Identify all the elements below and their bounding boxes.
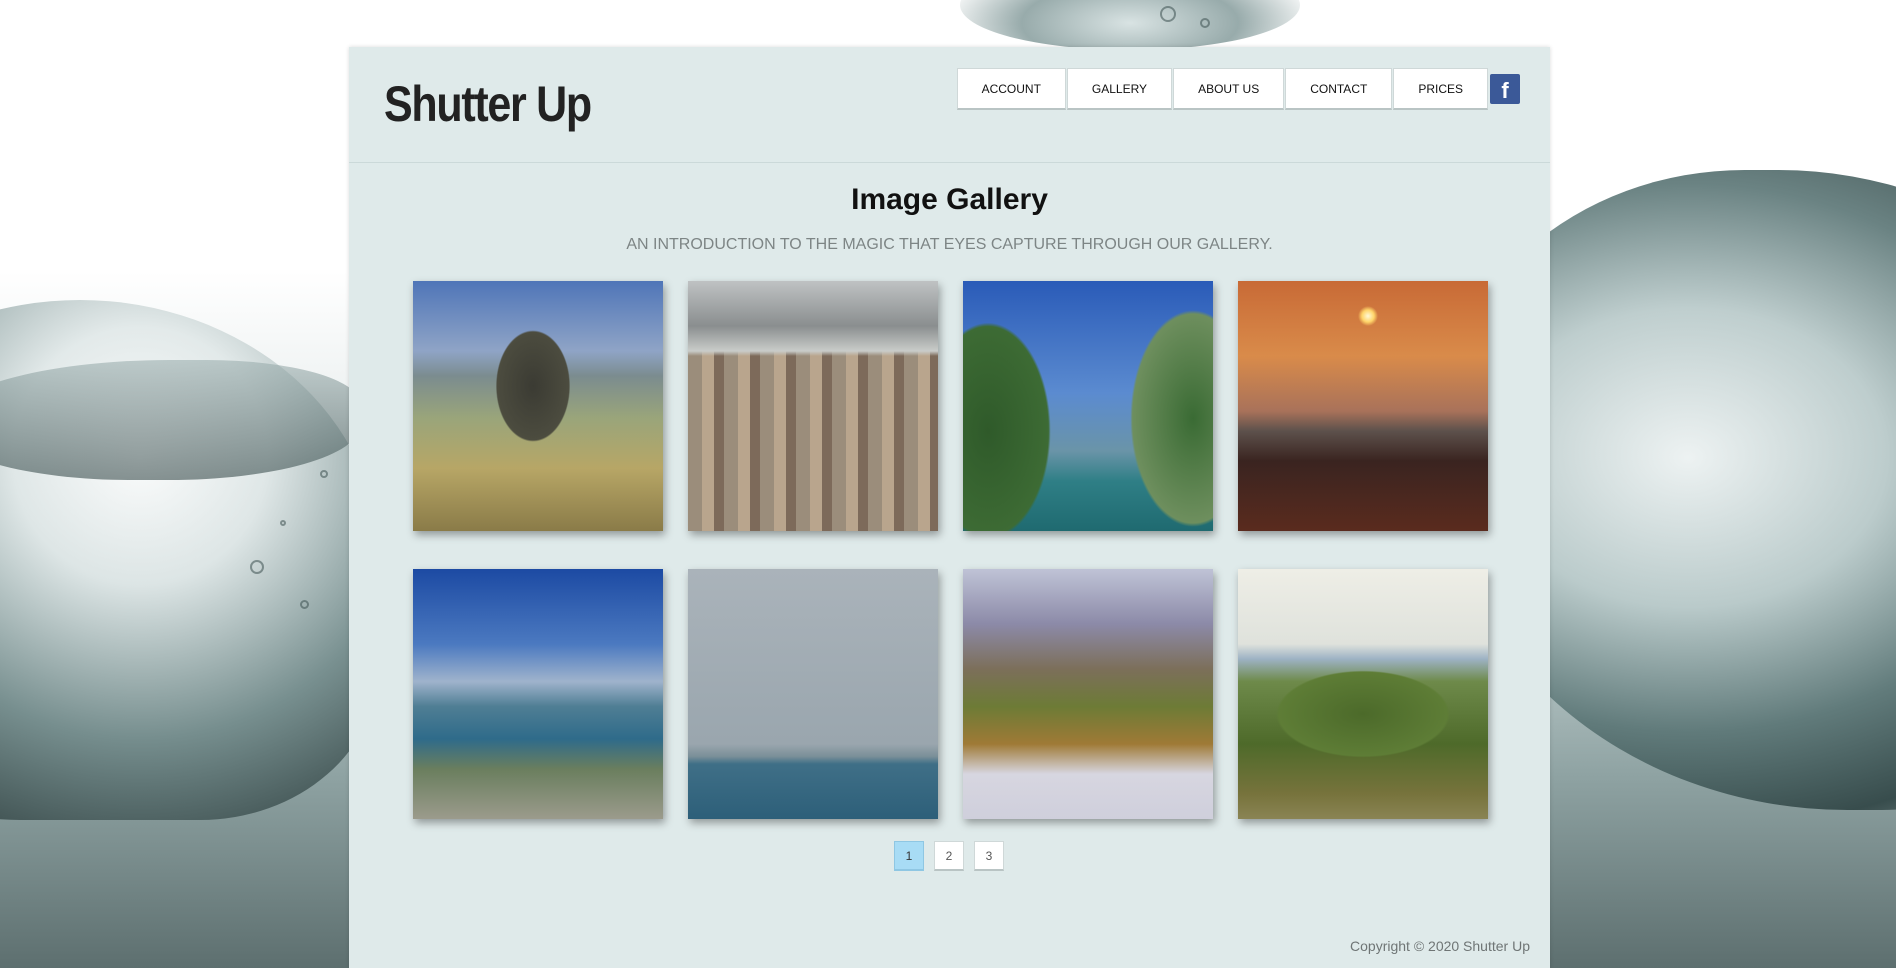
bubble xyxy=(250,560,264,574)
page-button-1[interactable]: 1 xyxy=(894,841,924,871)
gallery-image-aerial-river-town[interactable] xyxy=(413,569,663,819)
image-gallery xyxy=(413,281,1488,819)
site-header: Shutter Up ACCOUNT GALLERY ABOUT US CONT… xyxy=(349,47,1550,163)
gallery-image-sea-ships[interactable] xyxy=(688,569,938,819)
gallery-image-river-canyon[interactable] xyxy=(963,281,1213,531)
page-button-2[interactable]: 2 xyxy=(934,841,964,871)
main-nav: ACCOUNT GALLERY ABOUT US CONTACT PRICES xyxy=(956,68,1488,110)
page-title: Image Gallery xyxy=(851,183,1048,216)
bubble xyxy=(1160,6,1176,22)
nav-gallery[interactable]: GALLERY xyxy=(1066,68,1173,110)
bubble xyxy=(300,600,309,609)
gallery-image-mountain-peak[interactable] xyxy=(413,281,663,531)
page-button-3[interactable]: 3 xyxy=(974,841,1004,871)
bubble xyxy=(1200,18,1210,28)
bubble xyxy=(320,470,328,478)
facebook-icon[interactable]: f xyxy=(1490,74,1520,104)
nav-account[interactable]: ACCOUNT xyxy=(956,68,1066,110)
site-logo[interactable]: Shutter Up xyxy=(384,75,592,133)
page-subtitle: AN INTRODUCTION TO THE MAGIC THAT EYES C… xyxy=(626,236,1273,253)
water-wave-left-crest xyxy=(0,360,360,480)
gallery-image-autumn-mountain-trail[interactable] xyxy=(963,569,1213,819)
nav-about-us[interactable]: ABOUT US xyxy=(1173,68,1285,110)
gallery-image-city-street[interactable] xyxy=(688,281,938,531)
bubble xyxy=(280,520,286,526)
nav-prices[interactable]: PRICES xyxy=(1393,68,1488,110)
gallery-image-sunset-sea[interactable] xyxy=(1238,281,1488,531)
nav-contact[interactable]: CONTACT xyxy=(1285,68,1393,110)
water-splash-top xyxy=(960,0,1300,50)
copyright-text: Copyright © 2020 Shutter Up xyxy=(1350,938,1530,954)
gallery-image-coastal-pine-trees[interactable] xyxy=(1238,569,1488,819)
page-container: Shutter Up ACCOUNT GALLERY ABOUT US CONT… xyxy=(349,47,1550,968)
pagination: 1 2 3 xyxy=(894,841,1004,871)
